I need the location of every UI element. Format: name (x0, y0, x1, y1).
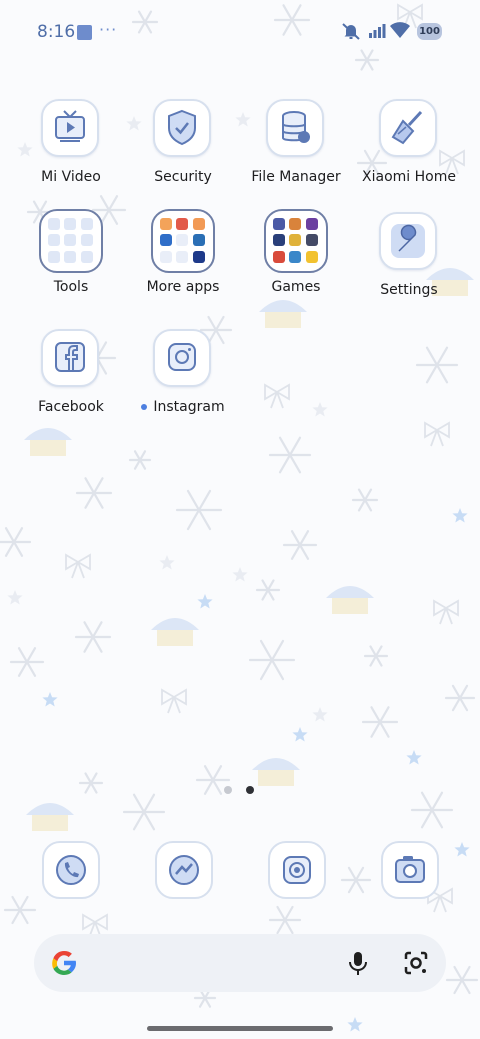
snowflake (175, 489, 223, 531)
snowflake (444, 684, 476, 712)
clock: 8:16 (37, 22, 76, 42)
phone-icon[interactable] (42, 841, 100, 899)
folder-icon (39, 209, 103, 273)
star (312, 707, 328, 722)
star (406, 750, 422, 765)
app-label: Facebook (38, 399, 104, 415)
app-facebook[interactable]: Facebook (16, 329, 126, 434)
camera-icon[interactable] (381, 841, 439, 899)
broom-icon (379, 99, 437, 157)
house (26, 803, 74, 831)
snowflake (248, 639, 296, 681)
app-instagram[interactable]: Instagram (128, 329, 238, 434)
tv-icon (41, 99, 99, 157)
bow (161, 688, 187, 714)
app-settings[interactable]: Settings (354, 212, 464, 317)
snowflake (128, 450, 152, 470)
wrench-icon (379, 212, 437, 270)
app-label: Xiaomi Home (362, 169, 456, 185)
page-dot[interactable] (224, 786, 232, 794)
star (159, 555, 175, 570)
star (232, 567, 248, 582)
app-label: Security (154, 169, 212, 185)
snowflake (415, 346, 459, 384)
star (7, 590, 23, 605)
app-label: Settings (380, 282, 438, 298)
database-icon (266, 99, 324, 157)
mute-icon (342, 23, 360, 40)
folder-more-apps[interactable]: More apps (128, 209, 238, 314)
app-label: Tools (53, 279, 89, 295)
snowflake (268, 436, 312, 474)
instagram-icon (153, 329, 211, 387)
lens-icon[interactable] (403, 950, 429, 976)
app-mi-video[interactable]: Mi Video (16, 99, 126, 204)
notification-icon (77, 25, 92, 40)
notification-dot (141, 404, 148, 410)
snowflake (0, 527, 32, 557)
bow (433, 599, 459, 625)
snowflake (363, 645, 389, 667)
snowflake (361, 706, 399, 738)
shield-check-icon (153, 99, 211, 157)
app-security[interactable]: Security (128, 99, 238, 204)
snowflake (78, 772, 104, 794)
house (326, 586, 374, 614)
signal-icon (369, 24, 386, 38)
snowflake (9, 647, 45, 677)
star (292, 727, 308, 742)
status-bar: 8:16 ··· 100 (0, 0, 480, 64)
snowflake (122, 793, 166, 831)
app-label: Mi Video (41, 169, 101, 185)
star (312, 402, 328, 417)
star (452, 508, 468, 523)
app-label: More apps (146, 279, 220, 295)
app-label: File Manager (251, 169, 341, 185)
snowflake (445, 965, 479, 995)
page-dot-active[interactable] (246, 786, 254, 794)
snowflake (340, 866, 372, 894)
snowflake (268, 905, 302, 935)
app-label: Games (271, 279, 321, 295)
snowflake (255, 579, 281, 601)
snowflake (410, 791, 454, 829)
messenger-icon[interactable] (155, 841, 213, 899)
app-label-text: Instagram (153, 399, 225, 415)
app-label: Instagram (128, 399, 238, 415)
wifi-icon (390, 22, 410, 38)
house (252, 758, 300, 786)
star (454, 842, 470, 857)
app-xiaomi-home[interactable]: Xiaomi Home (354, 99, 464, 204)
google-icon (52, 951, 76, 975)
bow (65, 553, 91, 579)
chrome-icon[interactable] (268, 841, 326, 899)
star (197, 594, 213, 609)
snowflake (351, 488, 379, 512)
snowflake (74, 621, 112, 653)
gesture-navigation-bar[interactable] (147, 1026, 333, 1031)
more-notifications-icon: ··· (99, 20, 118, 39)
star (347, 1017, 363, 1032)
snowflake (3, 895, 37, 925)
folder-icon (264, 209, 328, 273)
snowflake (282, 530, 318, 560)
snowflake (75, 477, 113, 509)
folder-icon (151, 209, 215, 273)
facebook-icon (41, 329, 99, 387)
bow (424, 421, 450, 447)
battery-icon: 100 (417, 23, 442, 40)
mic-icon[interactable] (346, 950, 370, 976)
app-file-manager[interactable]: File Manager (241, 99, 351, 204)
folder-tools[interactable]: Tools (16, 209, 126, 314)
house (151, 618, 199, 646)
folder-games[interactable]: Games (241, 209, 351, 314)
bow (264, 383, 290, 409)
star (42, 692, 58, 707)
google-search-bar[interactable] (34, 934, 446, 992)
